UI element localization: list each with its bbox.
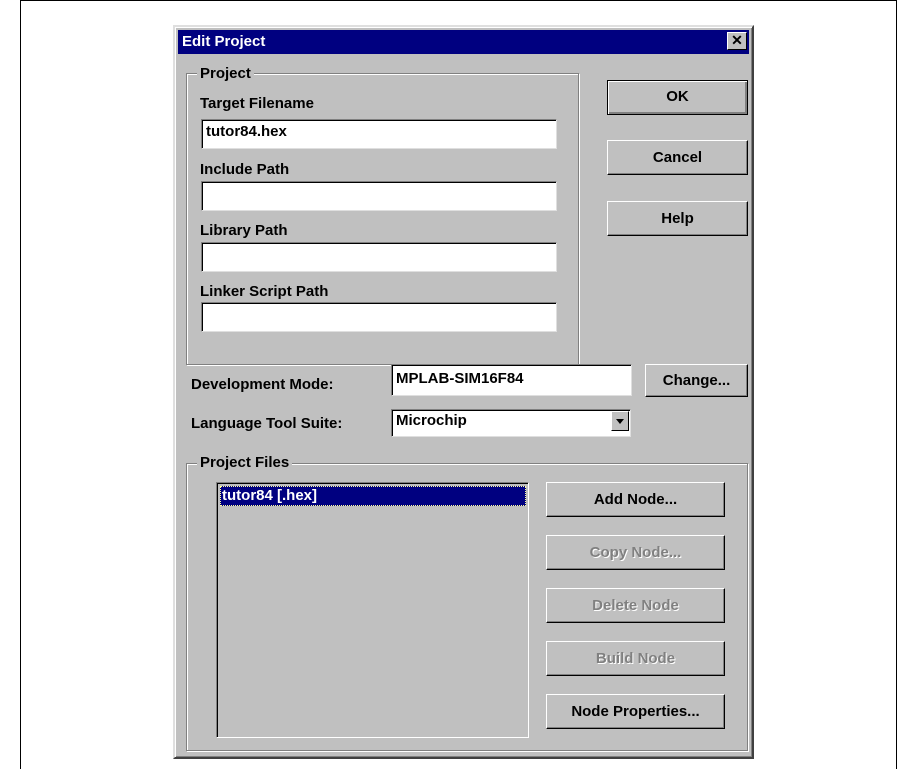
build-node-button[interactable]: Build Node — [546, 641, 725, 676]
add-node-button[interactable]: Add Node... — [546, 482, 725, 517]
close-icon[interactable]: ✕ — [727, 32, 747, 50]
window-title: Edit Project — [182, 33, 266, 50]
target-filename-label: Target Filename — [200, 95, 314, 112]
project-files-legend: Project Files — [197, 454, 293, 471]
node-properties-button[interactable]: Node Properties... — [546, 694, 725, 729]
ok-button[interactable]: OK — [607, 80, 748, 115]
development-mode-field[interactable]: MPLAB-SIM16F84 — [391, 364, 632, 396]
cancel-button[interactable]: Cancel — [607, 140, 748, 175]
project-group-legend: Project — [197, 65, 254, 82]
linker-script-path-label: Linker Script Path — [200, 283, 329, 300]
language-tool-suite-value: Microchip — [396, 412, 467, 429]
edit-project-dialog: Edit Project ✕ Project Target Filename t… — [173, 25, 754, 759]
library-path-label: Library Path — [200, 222, 288, 239]
list-item[interactable]: tutor84 [.hex] — [220, 486, 526, 506]
linker-script-path-field[interactable] — [201, 302, 557, 332]
include-path-field[interactable] — [201, 181, 557, 211]
copy-node-button[interactable]: Copy Node... — [546, 535, 725, 570]
include-path-label: Include Path — [200, 161, 290, 178]
library-path-field[interactable] — [201, 242, 557, 272]
language-tool-suite-label: Language Tool Suite: — [191, 415, 343, 432]
delete-node-button[interactable]: Delete Node — [546, 588, 725, 623]
development-mode-label: Development Mode: — [191, 376, 334, 393]
target-filename-field[interactable]: tutor84.hex — [201, 119, 557, 149]
project-files-list[interactable]: tutor84 [.hex] — [216, 482, 529, 738]
language-tool-suite-select[interactable]: Microchip — [391, 409, 631, 437]
change-button[interactable]: Change... — [645, 364, 748, 397]
chevron-down-icon[interactable] — [611, 411, 629, 431]
help-button[interactable]: Help — [607, 201, 748, 236]
title-bar[interactable]: Edit Project ✕ — [178, 30, 749, 54]
